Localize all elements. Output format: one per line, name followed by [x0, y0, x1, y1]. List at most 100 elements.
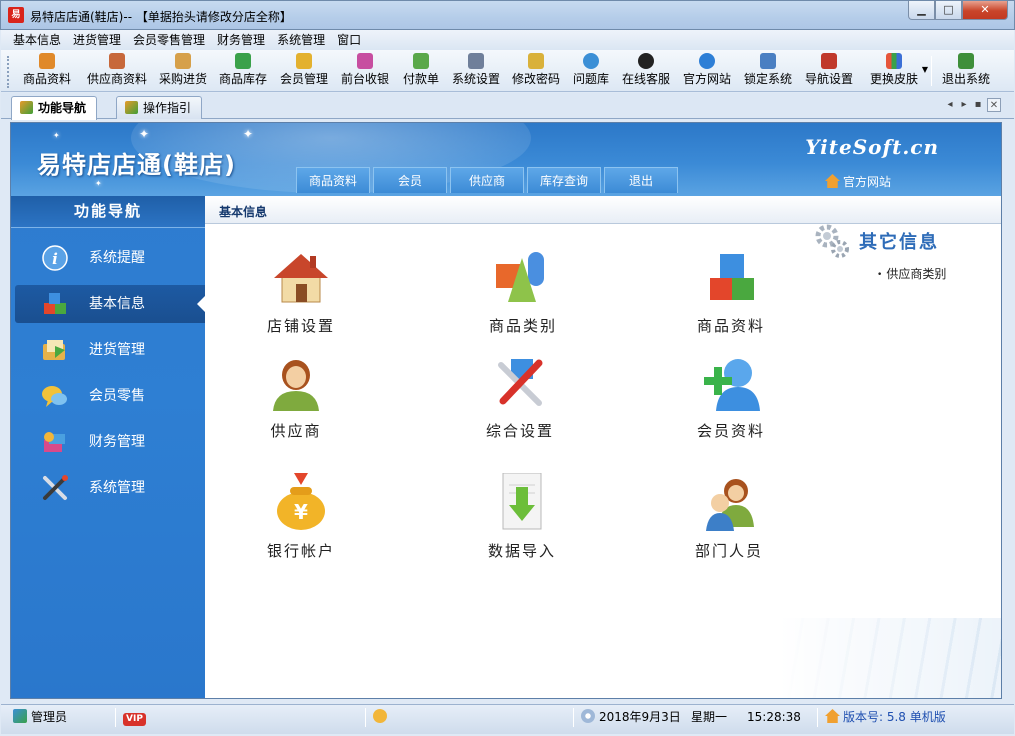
menu-basic-info[interactable]: 基本信息	[7, 30, 67, 50]
home-icon	[824, 174, 840, 188]
toolbar-separator	[931, 56, 932, 86]
sparkle-icon: ✦	[139, 127, 150, 141]
cubes-icon	[710, 254, 754, 300]
tab-guide-icon	[125, 101, 138, 114]
home-icon	[825, 709, 840, 723]
toolbar-password-button[interactable]: 修改密码	[506, 53, 566, 89]
info-icon: i	[42, 245, 68, 271]
toolbar-supplier-button[interactable]: 供应商资料	[81, 53, 153, 89]
toolbar-grip[interactable]	[7, 56, 10, 88]
box-icon	[235, 53, 251, 69]
title-bar: 易 易特店店通(鞋店)-- 【单据抬头请修改分店全称】 ▁ □ ✕	[0, 0, 1015, 30]
lock-icon	[760, 53, 776, 69]
person-icon	[273, 360, 319, 411]
toolbar-lock-button[interactable]: 锁定系统	[738, 53, 798, 89]
toolbar-skin-button[interactable]: 更换皮肤 ▼	[860, 53, 928, 89]
gears-icon	[815, 224, 849, 258]
shapes-icon	[496, 252, 544, 302]
toolbar-faq-button[interactable]: 问题库	[567, 53, 615, 89]
banner-title: 易特店店通(鞋店)	[37, 151, 236, 179]
toolbar-cashier-button[interactable]: 前台收银	[335, 53, 395, 89]
window-controls: ▁ □ ✕	[908, 1, 1008, 21]
main-panel: 基本信息 店铺设置 商品类别 商品资料 供应商 综合设置 会员资料 ¥ 银行帐户…	[205, 196, 1001, 698]
toolbar-goods-button[interactable]: 商品资料	[17, 53, 77, 89]
tab-strip: 功能导航 操作指引 ◂ ▸ ▪ ✕	[1, 93, 1014, 120]
exit-icon	[958, 53, 974, 69]
svg-text:¥: ¥	[294, 500, 308, 524]
staff-icon	[706, 479, 754, 531]
close-button[interactable]: ✕	[962, 1, 1008, 20]
cubes-icon	[44, 293, 66, 314]
tile-bank-account[interactable]: ¥ 银行帐户	[241, 473, 361, 561]
status-date: 2018年9月3日	[581, 709, 681, 726]
menu-bar: 基本信息 进货管理 会员零售管理 财务管理 系统管理 窗口	[1, 30, 1014, 50]
menu-system[interactable]: 系统管理	[271, 30, 331, 50]
tab-close-icon[interactable]: ✕	[987, 98, 1001, 112]
toolbar-nav-settings-button[interactable]: 导航设置	[799, 53, 859, 89]
link-supplier-category[interactable]: 供应商类别	[877, 265, 946, 282]
money-bag-icon: ¥	[277, 473, 325, 530]
house-icon	[274, 254, 328, 303]
status-time: 15:28:38	[747, 710, 801, 724]
goods-icon	[39, 53, 55, 69]
tile-member-info[interactable]: 会员资料	[671, 353, 791, 441]
dropdown-arrow-icon[interactable]: ▼	[922, 65, 928, 74]
banner-tab-supplier[interactable]: 供应商	[450, 167, 524, 193]
tile-department-staff[interactable]: 部门人员	[669, 473, 789, 561]
status-weekday: 星期一	[691, 710, 728, 724]
tile-goods-category[interactable]: 商品类别	[463, 248, 583, 336]
vip-badge: VIP	[123, 713, 146, 726]
tile-general-settings[interactable]: 综合设置	[460, 353, 580, 441]
tile-goods-info[interactable]: 商品资料	[671, 248, 791, 336]
menu-window[interactable]: 窗口	[331, 30, 367, 50]
add-member-icon	[704, 359, 760, 411]
nav-item-basic-info[interactable]: 基本信息	[15, 285, 205, 323]
payment-icon	[413, 53, 429, 69]
menu-member-retail[interactable]: 会员零售管理	[127, 30, 211, 50]
nav-item-purchase[interactable]: 进货管理	[15, 331, 205, 369]
toolbar-stock-button[interactable]: 商品库存	[213, 53, 273, 89]
tab-menu-icon[interactable]: ▪	[971, 98, 985, 112]
tab-operation-guide[interactable]: 操作指引	[116, 96, 203, 119]
banner-tab-member[interactable]: 会员	[373, 167, 447, 193]
section-title: 基本信息	[219, 205, 268, 219]
toolbar-online-service-button[interactable]: 在线客服	[616, 53, 676, 89]
banner-tabs: 商品资料 会员 供应商 库存查询 退出	[296, 167, 681, 193]
toolbar-website-button[interactable]: 官方网站	[677, 53, 737, 89]
banner-tab-goods[interactable]: 商品资料	[296, 167, 370, 193]
nav-item-finance[interactable]: 财务管理	[15, 423, 205, 461]
minimize-button[interactable]: ▁	[908, 1, 935, 20]
tile-supplier[interactable]: 供应商	[236, 353, 356, 441]
user-icon	[13, 709, 27, 723]
official-website-link[interactable]: 官方网站	[824, 173, 891, 190]
tile-store-settings[interactable]: 店铺设置	[241, 248, 361, 336]
nav-settings-icon	[821, 53, 837, 69]
sparkle-icon: ✦	[53, 131, 60, 140]
chat-icon	[42, 386, 67, 407]
maximize-button[interactable]: □	[935, 1, 962, 20]
banner-tab-stock-query[interactable]: 库存查询	[527, 167, 601, 193]
toolbar-purchase-button[interactable]: 采购进货	[153, 53, 213, 89]
menu-purchase[interactable]: 进货管理	[67, 30, 127, 50]
toolbar-exit-button[interactable]: 退出系统	[935, 53, 997, 89]
toolbar-payment-button[interactable]: 付款单	[396, 53, 446, 89]
tab-scroll-left-icon[interactable]: ◂	[943, 98, 957, 112]
app-icon: 易	[8, 7, 24, 23]
cd-icon	[581, 709, 595, 723]
nav-item-system[interactable]: 系统管理	[15, 469, 205, 507]
tools-icon	[43, 475, 68, 500]
banner-tab-exit[interactable]: 退出	[604, 167, 678, 193]
tab-function-nav[interactable]: 功能导航	[11, 96, 98, 120]
nav-item-system-reminder[interactable]: i 系统提醒	[15, 239, 205, 277]
sparkle-icon: ✦	[95, 179, 102, 188]
left-nav: 功能导航 i 系统提醒 基本信息 进货管理 会员零售 财务管理 系统管理	[11, 196, 205, 698]
menu-finance[interactable]: 财务管理	[211, 30, 271, 50]
tab-scroll-right-icon[interactable]: ▸	[957, 98, 971, 112]
folder-icon	[43, 340, 65, 360]
toolbar-settings-button[interactable]: 系统设置	[446, 53, 506, 89]
tile-data-import[interactable]: 数据导入	[462, 472, 582, 561]
supplier-icon	[109, 53, 125, 69]
nav-item-member-retail[interactable]: 会员零售	[15, 377, 205, 415]
key-icon	[528, 53, 544, 69]
toolbar-member-button[interactable]: 会员管理	[274, 53, 334, 89]
